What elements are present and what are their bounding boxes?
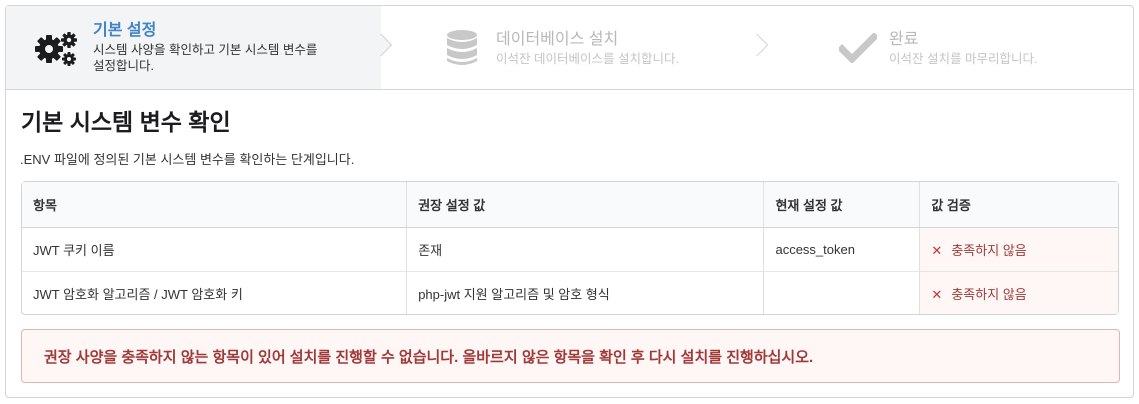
validation-status: 충족하지 않음 [951, 286, 1027, 302]
error-message: 권장 사양을 충족하지 않는 항목이 있어 설치를 진행할 수 없습니다. 올바… [21, 329, 1120, 383]
step-title: 기본 설정 [93, 22, 157, 39]
step-description: 이석잔 설치를 마무리합니다. [889, 52, 1038, 66]
step-title: 완료 [889, 31, 919, 48]
cogs-icon [30, 6, 82, 89]
install-steps: 기본 설정 시스템 사양을 확인하고 기본 시스템 변수를 설정합니다. 데이터… [6, 6, 1133, 90]
table-row: JWT 쿠키 이름 존재 access_token ✕ 충족하지 않음 [22, 228, 1118, 271]
installer-panel: 기본 설정 시스템 사양을 확인하고 기본 시스템 변수를 설정합니다. 데이터… [5, 5, 1134, 398]
env-check-table: 항목 권장 설정 값 현재 설정 값 값 검증 JWT 쿠키 이름 존재 acc… [21, 181, 1119, 315]
database-icon [444, 6, 480, 89]
cell-item: JWT 암호화 알고리즘 / JWT 암호화 키 [22, 271, 407, 314]
column-header-recommended: 권장 설정 값 [406, 182, 764, 228]
column-header-validation: 값 검증 [919, 182, 1118, 228]
column-header-current: 현재 설정 값 [763, 182, 920, 228]
step-complete[interactable]: 완료 이석잔 설치를 마무리합니다. [758, 6, 1133, 89]
page-title: 기본 시스템 변수 확인 [21, 109, 231, 135]
cell-validation: ✕ 충족하지 않음 [919, 228, 1118, 271]
validation-status: 충족하지 않음 [951, 243, 1027, 258]
x-icon: ✕ [931, 286, 943, 302]
step-description: 시스템 사양을 확인하고 기본 시스템 변수를 [93, 43, 318, 57]
error-message-text: 권장 사양을 충족하지 않는 항목이 있어 설치를 진행할 수 없습니다. 올바… [44, 348, 814, 366]
table-header-row: 항목 권장 설정 값 현재 설정 값 값 검증 [22, 182, 1118, 228]
cell-recommended: php-jwt 지원 알고리즘 및 암호 형식 [406, 271, 764, 314]
cell-item: JWT 쿠키 이름 [33, 243, 115, 258]
cell-recommended: 존재 [406, 228, 763, 271]
cell-current [763, 271, 920, 314]
cell-validation: ✕ 충족하지 않음 [919, 271, 1118, 314]
cell-current: access_token [763, 228, 919, 271]
column-header-item: 항목 [22, 182, 407, 228]
step-title: 데이터베이스 설치 [496, 31, 619, 48]
step-description-line2: 설정합니다. [93, 59, 154, 73]
check-icon [838, 6, 878, 89]
step-database-install[interactable]: 데이터베이스 설치 이석잔 데이터베이스를 설치합니다. [382, 6, 757, 89]
x-icon: ✕ [931, 243, 943, 258]
step-basic-settings[interactable]: 기본 설정 시스템 사양을 확인하고 기본 시스템 변수를 설정합니다. [6, 6, 381, 89]
step-description: 이석잔 데이터베이스를 설치합니다. [496, 52, 679, 66]
table-row: JWT 암호화 알고리즘 / JWT 암호화 키 php-jwt 지원 알고리즘… [22, 271, 1118, 314]
page-intro: .ENV 파일에 정의된 기본 시스템 변수를 확인하는 단계입니다. [20, 152, 355, 167]
